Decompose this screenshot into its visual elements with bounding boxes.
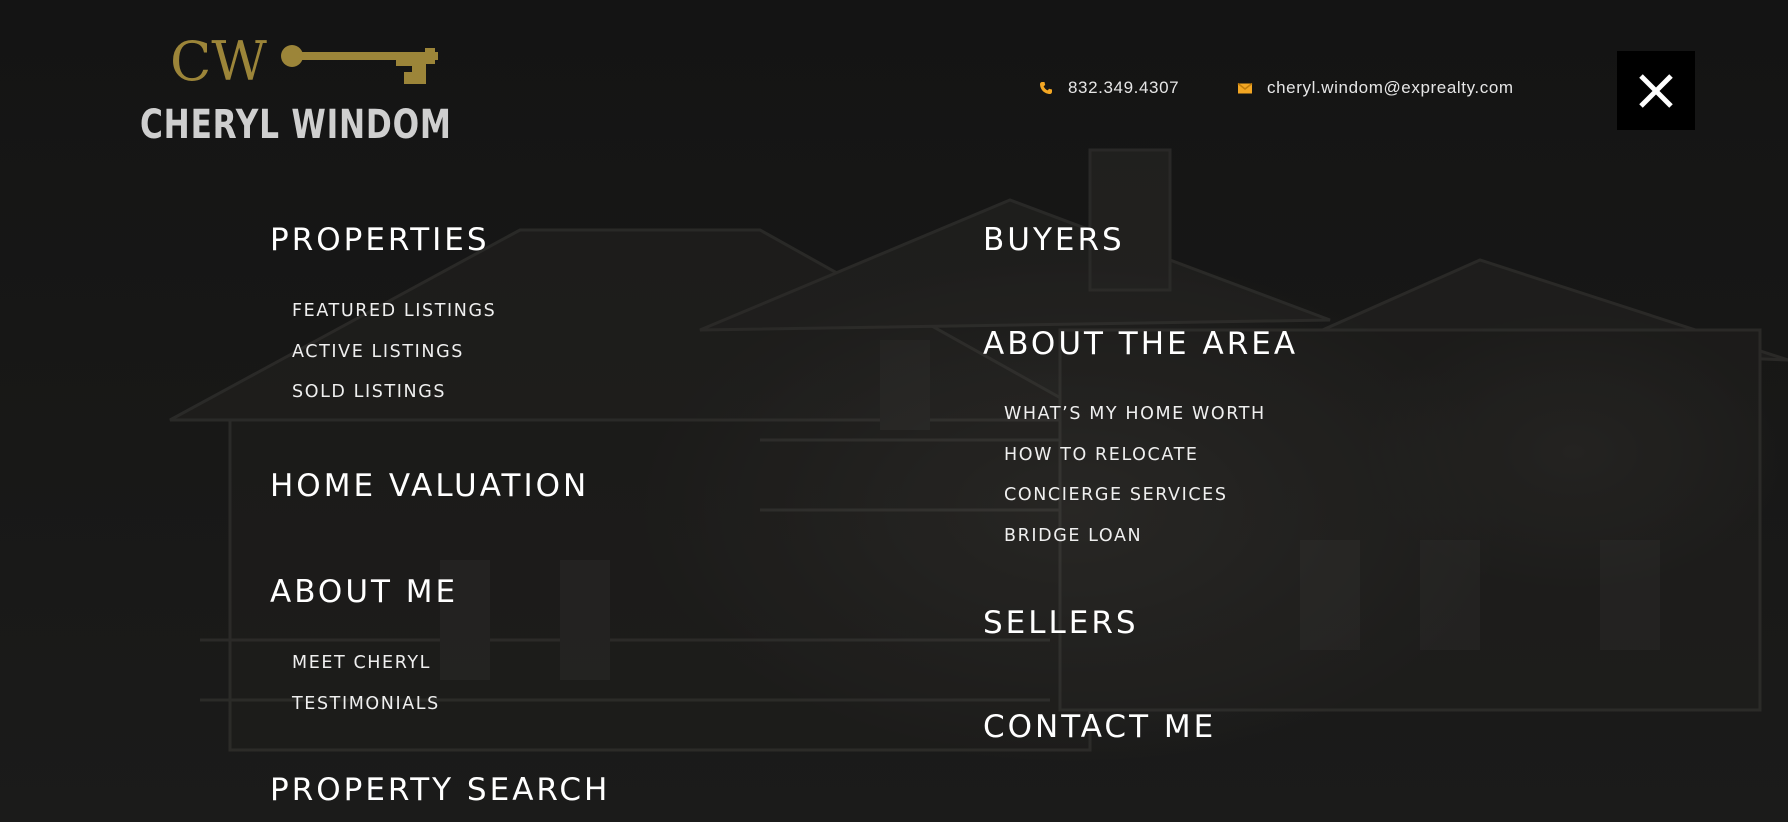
menu-active-listings[interactable]: ACTIVE LISTINGS [292, 342, 464, 362]
menu-concierge-services[interactable]: CONCIERGE SERVICES [1004, 485, 1228, 505]
menu-buyers[interactable]: BUYERS [983, 222, 1125, 258]
menu-how-to-relocate[interactable]: HOW TO RELOCATE [1004, 445, 1199, 465]
email-address: cheryl.windom@exprealty.com [1267, 78, 1514, 97]
phone-number: 832.349.4307 [1068, 78, 1180, 97]
phone-icon [1040, 82, 1052, 94]
logo-monogram: CW [170, 30, 267, 90]
key-logo-icon: CW [170, 30, 438, 90]
menu-sellers[interactable]: SELLERS [983, 605, 1139, 641]
menu-featured-listings[interactable]: FEATURED LISTINGS [292, 301, 496, 321]
logo-name: CHERYL WINDOM [140, 102, 452, 148]
menu-contact-me[interactable]: CONTACT ME [983, 709, 1216, 745]
menu-meet-cheryl[interactable]: MEET CHERYL [292, 653, 431, 673]
menu-testimonials[interactable]: TESTIMONIALS [292, 694, 440, 714]
menu-about-me[interactable]: ABOUT ME [270, 574, 458, 610]
site-logo[interactable]: CW CHERYL WINDOM [140, 30, 452, 155]
menu-home-valuation[interactable]: HOME VALUATION [270, 468, 589, 504]
menu-property-search[interactable]: PROPERTY SEARCH [270, 772, 610, 808]
menu-sold-listings[interactable]: SOLD LISTINGS [292, 382, 446, 402]
phone-link[interactable]: 832.349.4307 [1038, 78, 1179, 98]
menu-about-the-area[interactable]: ABOUT THE AREA [983, 326, 1298, 362]
menu-whats-my-home-worth[interactable]: WHAT’S MY HOME WORTH [1004, 404, 1266, 424]
menu-properties[interactable]: PROPERTIES [270, 222, 490, 258]
envelope-icon [1237, 82, 1253, 94]
menu-overlay: CW CHERYL WINDOM 832.349.4307 cheryl.win… [0, 0, 1788, 822]
close-icon [1639, 73, 1673, 108]
menu-bridge-loan[interactable]: BRIDGE LOAN [1004, 526, 1142, 546]
close-menu-button[interactable] [1617, 51, 1695, 130]
email-link[interactable]: cheryl.windom@exprealty.com [1237, 78, 1514, 98]
